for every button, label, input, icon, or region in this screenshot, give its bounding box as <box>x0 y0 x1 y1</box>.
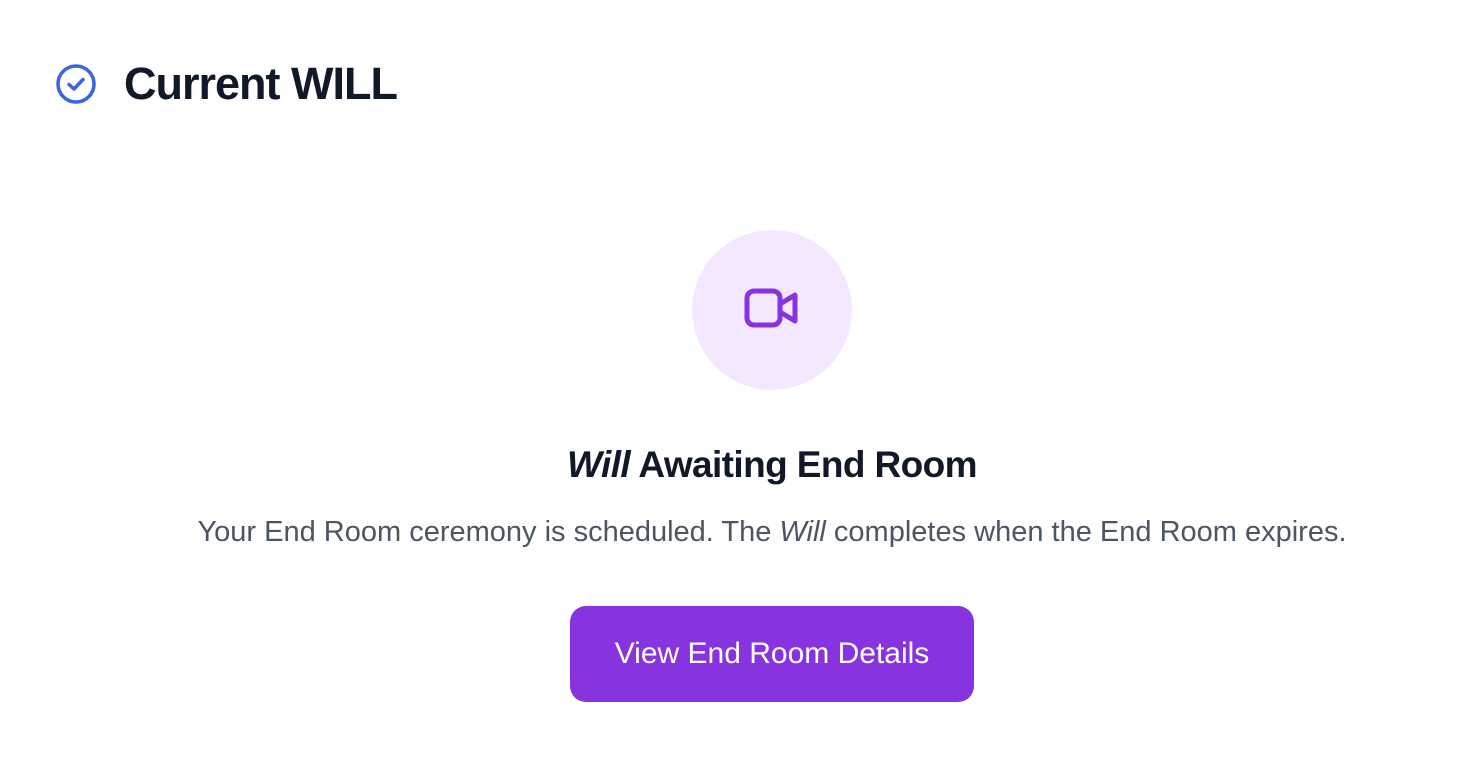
status-description-emphasis: Will <box>779 516 826 548</box>
status-icon-circle <box>692 230 852 390</box>
status-description: Your End Room ceremony is scheduled. The… <box>0 516 1482 549</box>
status-title-emphasis: Will <box>567 444 631 485</box>
check-circle-icon <box>55 63 97 105</box>
status-title-text: Awaiting End Room <box>630 444 977 485</box>
current-will-page: Current WILL Will Awaiting End Room Your… <box>0 0 1482 780</box>
page-title: Current WILL <box>124 58 398 109</box>
view-end-room-details-button[interactable]: View End Room Details <box>570 606 974 702</box>
page-header: Current WILL <box>55 56 398 112</box>
status-description-end: completes when the End Room expires. <box>825 516 1347 548</box>
video-camera-icon <box>744 288 800 333</box>
status-description-start: Your End Room ceremony is scheduled. The <box>197 516 780 548</box>
status-title: Will Awaiting End Room <box>0 444 1482 486</box>
